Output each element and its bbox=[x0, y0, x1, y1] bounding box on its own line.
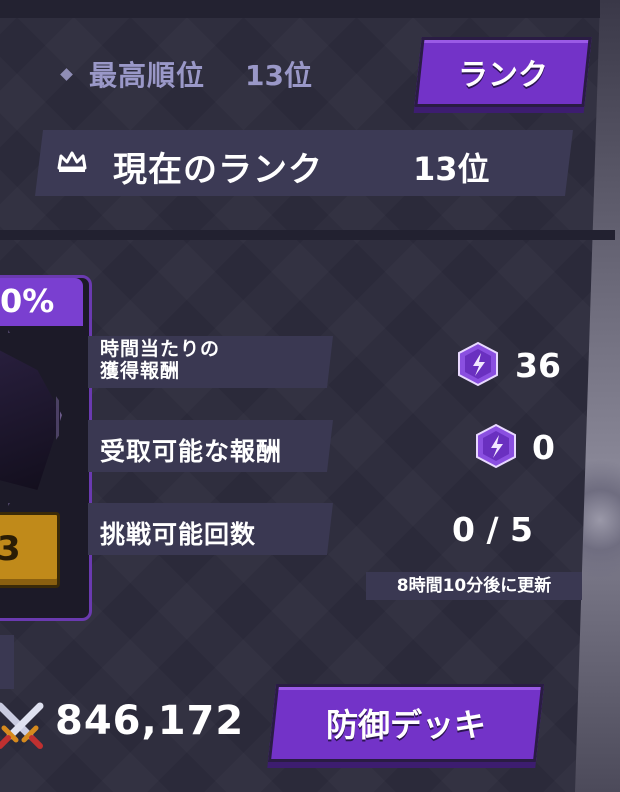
hourly-reward-value: 36 bbox=[515, 346, 561, 385]
hourly-reward-label-line1: 時間当たりの bbox=[100, 338, 221, 360]
best-rank-row: 最高順位 13位 bbox=[60, 54, 312, 94]
purple-lightning-gem-icon bbox=[458, 341, 498, 387]
defense-deck-button[interactable]: 防御デッキ bbox=[267, 684, 545, 762]
claimable-reward-label-box: 受取可能な報酬 bbox=[88, 420, 333, 472]
hourly-reward-label-box: 時間当たりの 獲得報酬 bbox=[88, 336, 333, 388]
challenge-count-label: 挑戦可能回数 bbox=[100, 520, 257, 549]
card-gold-button-glyph: 3 bbox=[0, 529, 21, 569]
best-rank-label: 最高順位 bbox=[89, 59, 206, 92]
hourly-reward-label-line2: 獲得報酬 bbox=[100, 360, 181, 382]
section-divider bbox=[0, 230, 615, 240]
current-rank-value: 13位 bbox=[413, 150, 490, 188]
defense-deck-button-label: 防御デッキ bbox=[325, 706, 486, 744]
current-rank-row: 現在のランク 13位 bbox=[35, 130, 573, 196]
panel-top-bar bbox=[0, 0, 600, 18]
claimable-reward-label: 受取可能な報酬 bbox=[100, 437, 283, 466]
rank-button-label: ランク bbox=[458, 58, 548, 93]
best-rank-value: 13位 bbox=[245, 59, 312, 92]
current-rank-label: 現在のランク bbox=[113, 150, 323, 190]
purple-lightning-gem-icon bbox=[476, 423, 516, 469]
hourly-reward-label: 時間当たりの 獲得報酬 bbox=[100, 338, 220, 382]
bottom-left-tab bbox=[0, 635, 14, 689]
crossed-swords-icon bbox=[0, 702, 44, 749]
diamond-icon bbox=[60, 67, 73, 81]
claimable-reward-value: 0 bbox=[532, 428, 555, 467]
refresh-timer-note: 8時間10分後に更新 bbox=[366, 572, 582, 600]
card-gold-button[interactable]: 3 bbox=[0, 512, 60, 588]
challenge-count-value: 0 / 5 bbox=[452, 510, 533, 549]
challenge-count-label-box: 挑戦可能回数 bbox=[88, 503, 333, 555]
card-percent: 0% bbox=[0, 282, 55, 320]
combat-power-value: 846,172 bbox=[55, 698, 245, 744]
crown-icon bbox=[57, 150, 87, 174]
rank-button[interactable]: ランク bbox=[414, 37, 592, 107]
